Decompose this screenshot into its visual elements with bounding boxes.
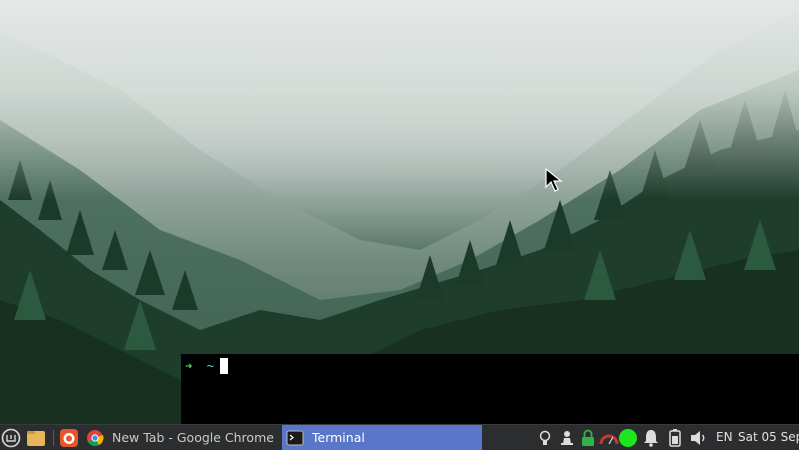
- notification-bell-icon[interactable]: [641, 428, 661, 448]
- task-button-terminal[interactable]: Terminal: [282, 425, 482, 450]
- menu-icon[interactable]: [1, 428, 21, 448]
- terminal-icon: [286, 430, 304, 445]
- terminal-prompt-line[interactable]: ➜ ~: [185, 358, 228, 374]
- keyboard-layout-indicator[interactable]: EN: [716, 430, 733, 444]
- text-cursor: [219, 358, 228, 374]
- vpn-icon[interactable]: [557, 428, 577, 448]
- lock-icon[interactable]: [578, 428, 598, 448]
- prompt-arrow: ➜: [185, 359, 193, 373]
- status-dot-icon[interactable]: [618, 428, 638, 448]
- firefox-icon[interactable]: [59, 428, 79, 448]
- battery-icon[interactable]: [665, 428, 685, 448]
- terminal-window[interactable]: ➜ ~: [181, 354, 799, 424]
- volume-icon[interactable]: [688, 428, 708, 448]
- desktop: ➜ ~ New Tab - Google Chrome Terminal EN …: [0, 0, 799, 450]
- redshift-bulb-icon[interactable]: [535, 428, 555, 448]
- files-icon[interactable]: [26, 428, 46, 448]
- taskbar: New Tab - Google Chrome Terminal EN Sat …: [0, 424, 799, 450]
- task-label-terminal: Terminal: [312, 430, 365, 445]
- mouse-pointer-icon: [545, 168, 563, 192]
- prompt-directory: ~: [206, 359, 214, 373]
- chrome-icon: [87, 429, 104, 446]
- taskbar-separator: [53, 430, 54, 446]
- task-label-chrome: New Tab - Google Chrome: [112, 430, 274, 445]
- cpu-gauge-icon[interactable]: [599, 428, 619, 448]
- task-button-chrome[interactable]: New Tab - Google Chrome: [82, 425, 278, 450]
- clock[interactable]: Sat 05 Sep: [738, 430, 799, 444]
